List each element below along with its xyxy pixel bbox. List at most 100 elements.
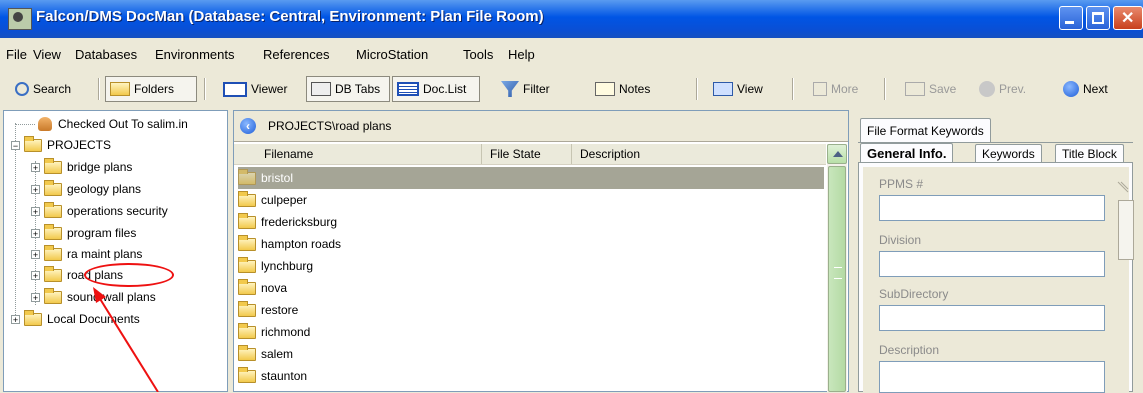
menu-microstation[interactable]: MicroStation [356,47,428,62]
doc-list-button[interactable]: Doc.List [392,76,480,102]
row-filename: fredericksburg [261,215,338,229]
db-tabs-button[interactable]: DB Tabs [306,76,390,102]
expand-icon[interactable]: + [31,162,40,172]
minimize-button[interactable] [1059,6,1083,30]
maximize-button[interactable] [1086,6,1110,30]
row-filename: lynchburg [261,259,314,273]
expand-icon[interactable]: + [11,314,20,324]
menu-file[interactable]: File [6,47,27,62]
list-item[interactable]: restore [238,299,824,321]
folder-icon [238,300,256,317]
description-field[interactable] [879,361,1105,393]
tree-item-ra-maint-plans[interactable]: + ra maint plans [31,244,142,264]
subdirectory-field[interactable] [879,305,1105,331]
list-item[interactable]: hampton roads [238,233,824,255]
folder-tree[interactable]: Checked Out To salim.in − PROJECTS + bri… [3,110,228,392]
tabs-icon [311,82,331,96]
column-file-state[interactable]: File State [482,144,572,164]
tree-label: program files [67,226,137,240]
folders-label: Folders [134,82,175,96]
tree-item-local-documents[interactable]: + Local Documents [11,309,140,329]
properties-pane: File Format Keywords General Info. Keywo… [858,110,1143,393]
list-item[interactable]: bristol [238,167,824,189]
prev-button[interactable]: Prev. [974,76,1027,102]
list-scrollbar[interactable] [827,144,847,392]
notes-button[interactable]: Notes [590,76,651,102]
list-item[interactable]: salem [238,343,824,365]
expand-icon[interactable]: + [31,184,40,194]
menu-references[interactable]: References [263,47,329,62]
folders-button[interactable]: Folders [105,76,197,102]
folder-icon [44,179,62,196]
list-item[interactable]: culpeper [238,189,824,211]
list-item[interactable]: lynchburg [238,255,824,277]
menu-tools[interactable]: Tools [463,47,493,62]
expand-icon[interactable]: + [31,292,40,302]
menu-view[interactable]: View [33,47,61,62]
prev-icon [979,81,995,97]
menu-databases[interactable]: Databases [75,47,137,62]
expand-icon[interactable]: + [31,228,40,238]
tab-title-block[interactable]: Title Block [1055,144,1124,163]
tree-item-operations-security[interactable]: + operations security [31,201,168,221]
column-filename[interactable]: Filename [256,144,482,164]
app-icon[interactable] [8,8,32,30]
column-description[interactable]: Description [572,144,826,164]
search-label: Search [33,82,72,96]
viewer-button[interactable]: Viewer [218,76,288,102]
expand-icon[interactable]: + [31,270,40,280]
division-field[interactable] [879,251,1105,277]
tab-file-format-keywords[interactable]: File Format Keywords [860,118,991,142]
back-arrow-icon[interactable]: ‹ [240,118,256,134]
tree-item-geology-plans[interactable]: + geology plans [31,179,141,199]
list-item[interactable]: staunton [238,365,824,387]
tree-item-program-files[interactable]: + program files [31,223,136,243]
next-button[interactable]: Next [1058,76,1109,102]
tree-label: bridge plans [67,160,133,174]
folder-icon [238,234,256,251]
close-button[interactable] [1113,6,1143,30]
folder-icon [238,168,256,185]
tab-keywords[interactable]: Keywords [975,144,1042,163]
list-item[interactable]: fredericksburg [238,211,824,233]
list-item[interactable]: richmond [238,321,824,343]
tab-general-info[interactable]: General Info. [860,143,954,163]
tree-item-checked-out[interactable]: Checked Out To salim.in [38,114,188,134]
filter-button[interactable]: Filter [496,76,551,102]
ppms-label: PPMS # [879,177,924,191]
row-filename: salem [261,347,294,361]
folder-icon [238,190,256,207]
search-icon [15,82,29,96]
general-info-panel: PPMS # Division SubDirectory Description [858,162,1133,393]
folder-icon [44,265,62,282]
view-icon [713,82,733,96]
row-filename: richmond [261,325,311,339]
collapse-icon[interactable]: − [11,140,20,150]
next-icon [1063,81,1079,97]
menu-help[interactable]: Help [508,47,535,62]
list-item[interactable]: nova [238,277,824,299]
list-icon [397,82,419,96]
window-title: Falcon/DMS DocMan (Database: Central, En… [36,8,544,25]
search-button[interactable]: Search [10,76,72,102]
menu-environments[interactable]: Environments [155,47,234,62]
more-button[interactable]: More [808,76,859,102]
scroll-thumb[interactable] [828,166,846,392]
tree-label: ra maint plans [67,247,143,261]
tree-item-sound-wall-plans[interactable]: + sound wall plans [31,287,156,307]
document-list-pane: ‹ PROJECTS\road plans Filename File Stat… [233,110,849,392]
menu-bar: File View Databases Environments Referen… [0,40,1143,70]
view-button[interactable]: View [708,76,764,102]
folder-icon [238,212,256,229]
expand-icon[interactable]: + [31,206,40,216]
ppms-field[interactable] [879,195,1105,221]
save-button[interactable]: Save [900,76,957,102]
panel-scroll-thumb[interactable] [1118,200,1134,260]
tree-item-projects[interactable]: − PROJECTS [11,135,111,155]
expand-icon[interactable]: + [31,249,40,259]
tree-label: operations security [67,204,168,218]
tree-item-bridge-plans[interactable]: + bridge plans [31,157,132,177]
save-label: Save [929,82,957,96]
scroll-up-icon[interactable] [827,144,847,164]
folder-icon [44,201,62,218]
